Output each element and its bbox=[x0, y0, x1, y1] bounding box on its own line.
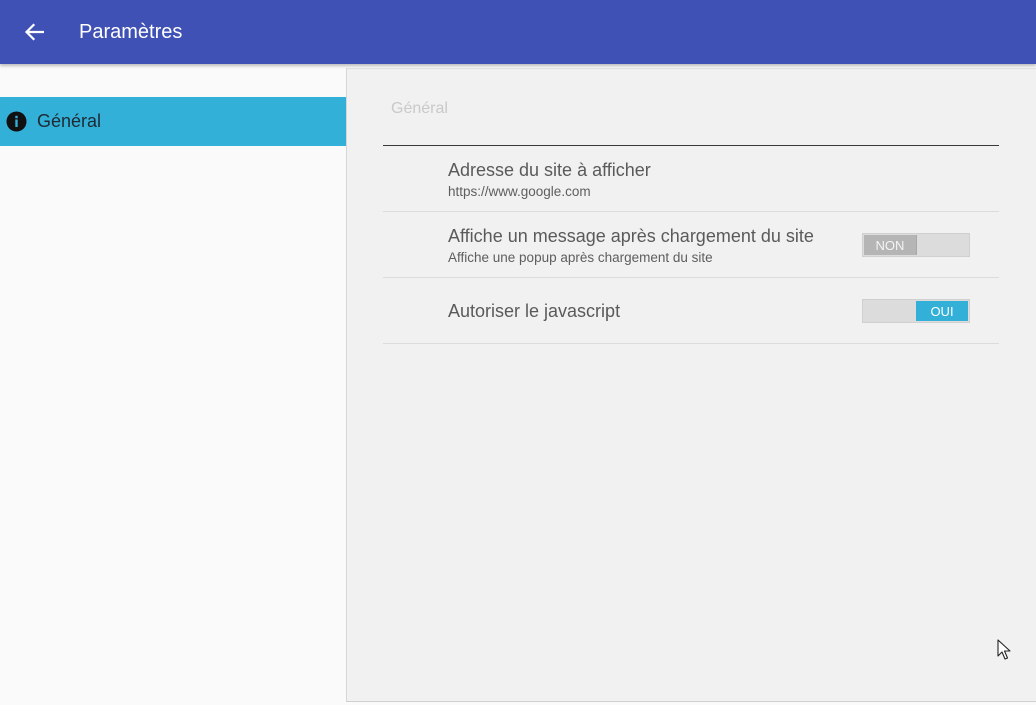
pref-allow-javascript[interactable]: Autoriser le javascript OUI bbox=[383, 278, 999, 344]
sidebar: Général bbox=[0, 64, 346, 705]
sidebar-item-general[interactable]: Général bbox=[0, 97, 346, 146]
app-bar: Paramètres bbox=[0, 0, 1036, 64]
switch-label: OUI bbox=[916, 301, 968, 321]
pref-title: Autoriser le javascript bbox=[448, 301, 621, 321]
pref-show-message[interactable]: Affiche un message après chargement du s… bbox=[383, 212, 999, 278]
mouse-cursor-icon bbox=[997, 639, 1011, 660]
sidebar-item-label: Général bbox=[37, 111, 102, 131]
pref-title: Affiche un message après chargement du s… bbox=[448, 226, 814, 246]
pref-title: Adresse du site à afficher bbox=[448, 160, 651, 180]
arrow-back-icon bbox=[24, 23, 44, 41]
pref-summary: https://www.google.com bbox=[448, 184, 591, 199]
show-message-switch[interactable]: NON bbox=[862, 233, 970, 257]
pref-summary: Affiche une popup après chargement du si… bbox=[448, 250, 713, 265]
preferences-panel: Général Adresse du site à afficher https… bbox=[346, 68, 1036, 702]
javascript-switch[interactable]: OUI bbox=[862, 299, 970, 323]
switch-label: NON bbox=[864, 235, 916, 255]
back-button[interactable] bbox=[14, 12, 54, 52]
page-title: Paramètres bbox=[79, 21, 183, 43]
pref-site-address[interactable]: Adresse du site à afficher https://www.g… bbox=[383, 146, 999, 212]
section-title: Général bbox=[391, 100, 448, 117]
info-icon bbox=[6, 111, 27, 132]
